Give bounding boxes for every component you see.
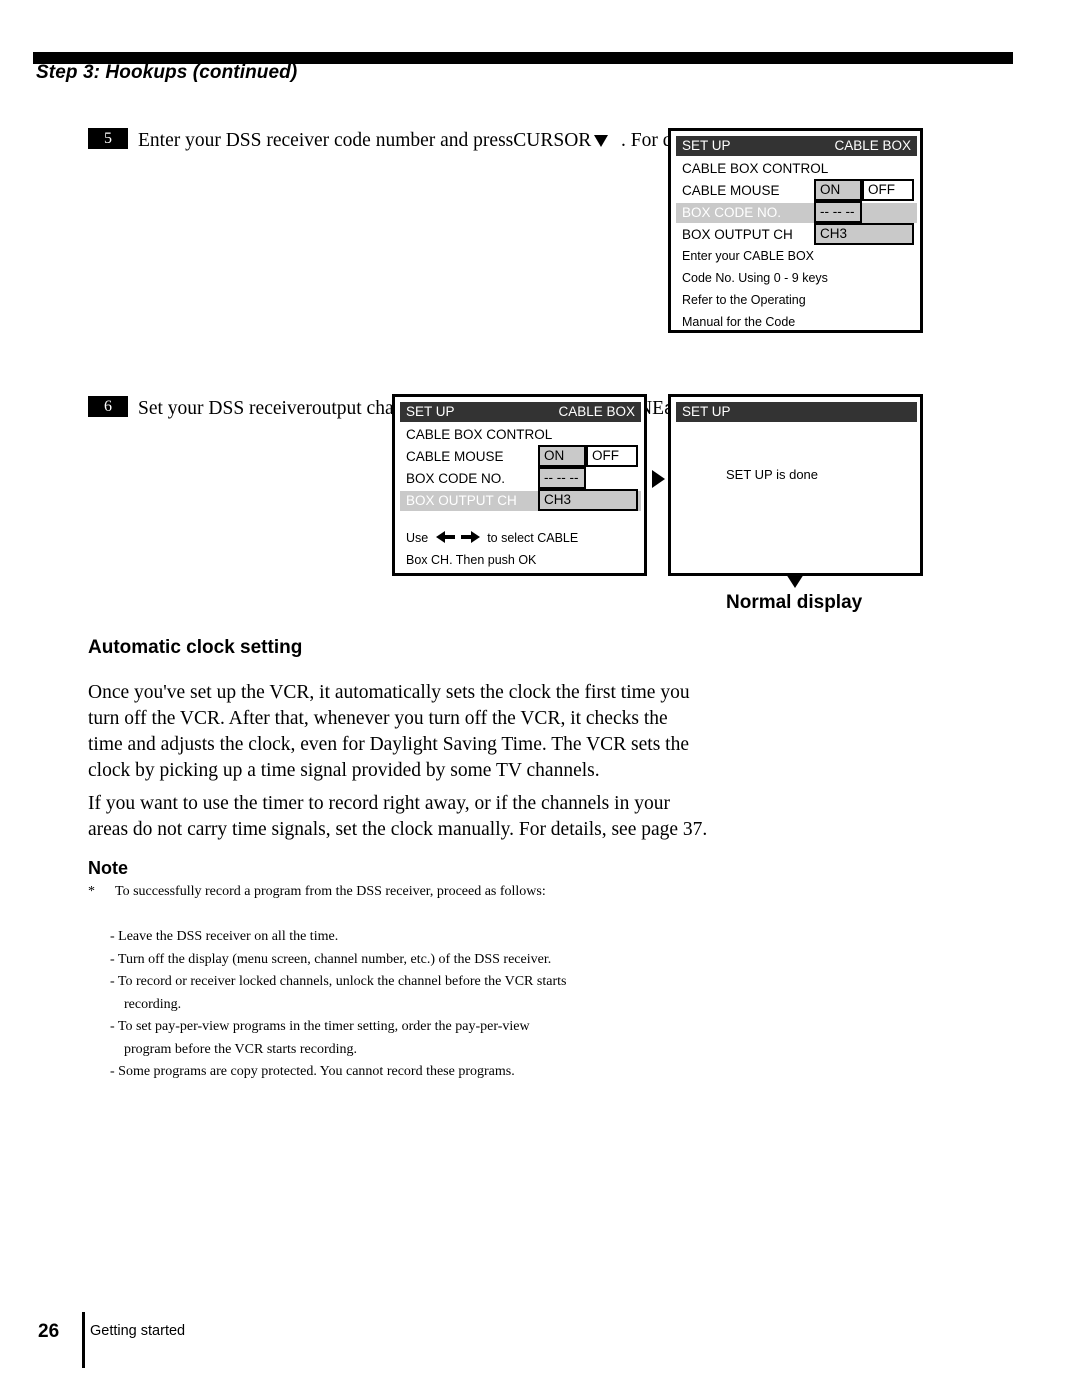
osd-step5-value-cable-mouse-on[interactable]: ON [814,179,862,201]
osd-step6r-center-message: SET UP is done [726,467,819,482]
osd-step6l-help-use-label: Use [406,531,429,545]
page-title: Step 3: Hookups (continued) [36,62,298,83]
footer-section-name: Getting started [90,1323,186,1339]
step-5-cursor-label: CURSOR [513,130,592,151]
step-6-number: 6 [88,396,128,417]
osd-step6l-title-left: SET UP [406,404,455,419]
osd-step5-title-right: CABLE BOX [834,138,911,153]
osd-step5-value-box-output-ch[interactable]: CH3 [814,223,914,245]
left-right-arrows-icon [435,529,480,551]
normal-display-label: Normal display [726,592,863,613]
osd-step6l-value-cable-mouse-off[interactable]: OFF [586,445,638,467]
osd-step6l-value-box-code-no[interactable]: -- -- -- [538,467,586,489]
osd-step5-value-cable-mouse-off[interactable]: OFF [862,179,914,201]
osd-step6l-help-line-2: Box CH. Then push OK [406,553,537,567]
osd-step6l-row-label-2: BOX CODE NO. [406,471,506,486]
osd-step5-help-line-1: Enter your CABLE BOX [682,249,815,263]
osd-step5-row-label-1: CABLE MOUSE [682,183,780,198]
osd-screen-step6-right: SET UP SET UP is done [668,394,923,576]
osd-step5-titlebar: SET UP CABLE BOX [676,136,917,156]
osd-step5-help-line-4: Manual for the Code [682,315,796,329]
section-heading-automatic-clock-setting: Automatic clock setting [88,637,303,658]
osd-step6l-titlebar: SET UP CABLE BOX [400,402,641,422]
osd-screen-step5: SET UP CABLE BOX CABLE BOX CONTROL CABLE… [668,128,923,333]
paragraph-1-line-3: time and adjusts the clock, even for Day… [88,734,690,755]
flow-arrow-right-icon [652,470,665,488]
note-marker: * [88,884,95,899]
note-list-item: - Leave the DSS receiver on all the time… [110,929,339,944]
cursor-down-arrow-icon [594,135,609,147]
osd-step5-value-box-code-no[interactable]: -- -- -- [814,201,862,223]
note-intro-text: To successfully record a program from th… [115,884,546,899]
osd-step5-row-label-3: BOX OUTPUT CH [682,227,793,242]
note-list-item: - To record or receiver locked channels,… [110,974,567,989]
osd-step6l-value-box-output-ch[interactable]: CH3 [538,489,638,511]
note-list-item: - Turn off the display (menu screen, cha… [110,951,552,967]
osd-step5-row-label-0: CABLE BOX CONTROL [682,161,829,176]
step-5-line-1: Enter your DSS receiver code number and … [138,130,514,151]
note-heading: Note [88,858,128,878]
osd-step6l-row-label-3: BOX OUTPUT CH [406,493,517,508]
paragraph-2: If you want to use the timer to record r… [88,791,707,843]
step-6-line-1: Set your DSS receiver [138,398,312,419]
paragraph-1-line-4: clock by picking up a time signal provid… [88,760,600,781]
osd-step5-row-label-2: BOX CODE NO. [682,205,782,220]
paragraph-2-line-2: areas do not carry time signals, set the… [88,819,708,840]
osd-step6l-row-box-code-no[interactable]: BOX CODE NO. [400,469,641,489]
osd-screen-step6-left: SET UP CABLE BOX CABLE BOX CONTROL CABLE… [392,394,647,576]
note-list-item: recording. [124,996,182,1012]
footer-page-number: 26 [38,1321,60,1342]
osd-step6r-title-left: SET UP [682,404,731,419]
osd-step5-help-line-3: Refer to the Operating [682,293,806,307]
flow-arrow-down-icon [786,574,804,588]
osd-step6r-titlebar: SET UP [676,402,917,422]
paragraph-1-line-2: turn off the VCR. After that, whenever y… [88,708,668,729]
paragraph-1: Once you've set up the VCR, it automatic… [88,680,690,784]
note-list-item: program before the VCR starts recording. [124,1041,358,1057]
note-list-item: - To set pay-per-view programs in the ti… [110,1019,530,1034]
paragraph-2-line-1: If you want to use the timer to record r… [88,793,670,814]
osd-step6l-help-line-1: Use to select CABLE [406,527,578,551]
osd-step6l-row-cable-box-control[interactable]: CABLE BOX CONTROL [400,425,641,445]
note-list-item: - Some programs are copy protected. You … [110,1064,515,1079]
osd-step6l-value-cable-mouse-on[interactable]: ON [538,445,586,467]
osd-step5-help-line-2: Code No. Using 0 - 9 keys [682,271,828,285]
osd-step5-title-left: SET UP [682,138,731,153]
footer-divider [82,1312,85,1368]
note-list: - Leave the DSS receiver on all the time… [110,926,566,1084]
osd-step6l-title-right: CABLE BOX [558,404,635,419]
osd-step6l-row-label-0: CABLE BOX CONTROL [406,427,553,442]
osd-step6l-help-use-tail: to select CABLE [487,531,579,545]
osd-step5-row-box-code-no[interactable]: BOX CODE NO. [676,203,917,223]
osd-step5-row-cable-box-control[interactable]: CABLE BOX CONTROL [676,159,917,179]
paragraph-1-line-1: Once you've set up the VCR, it automatic… [88,682,690,703]
osd-step6l-row-label-1: CABLE MOUSE [406,449,504,464]
step-5-number: 5 [88,128,128,149]
